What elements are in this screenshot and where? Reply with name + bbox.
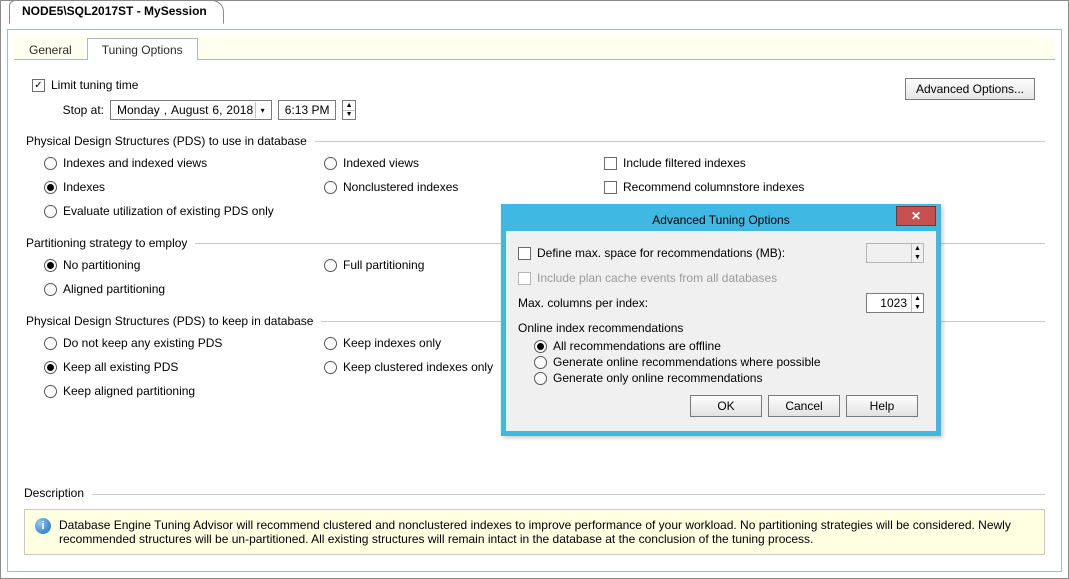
tab-general[interactable]: General: [14, 38, 87, 60]
radio-keep-clustered[interactable]: [324, 361, 337, 374]
label-max-cols: Max. columns per index:: [518, 296, 648, 310]
label-not-keep: Do not keep any existing PDS: [63, 336, 222, 350]
chk-recommend-columnstore[interactable]: [604, 181, 617, 194]
session-tab[interactable]: NODE5\SQL2017ST - MySession: [9, 0, 224, 24]
label-evaluate: Evaluate utilization of existing PDS onl…: [63, 204, 274, 218]
dialog-buttons: OK Cancel Help: [518, 387, 924, 423]
spin-up-icon[interactable]: ▲: [343, 101, 355, 111]
limit-tuning-label: Limit tuning time: [51, 78, 138, 92]
label-keep-idx: Keep indexes only: [343, 336, 441, 350]
max-cols-value: 1023: [880, 296, 907, 310]
radio-online-possible[interactable]: [534, 356, 547, 369]
close-icon: ✕: [911, 209, 921, 223]
spin-down-icon[interactable]: ▼: [912, 303, 923, 312]
dialog-titlebar[interactable]: Advanced Tuning Options ✕: [506, 209, 936, 231]
session-title: NODE5\SQL2017ST - MySession: [22, 4, 207, 18]
tab-strip: General Tuning Options: [14, 36, 1055, 60]
max-space-input: ▲▼: [866, 243, 924, 263]
radio-indexes[interactable]: [44, 181, 57, 194]
radio-no-partitioning[interactable]: [44, 259, 57, 272]
radio-full-partitioning[interactable]: [324, 259, 337, 272]
date-month: August: [171, 103, 208, 117]
description-group: Description i Database Engine Tuning Adv…: [24, 494, 1045, 555]
limit-tuning-checkbox[interactable]: [32, 79, 45, 92]
label-include-plan-cache: Include plan cache events from all datab…: [537, 271, 777, 285]
label-indexes: Indexes: [63, 180, 105, 194]
label-indexes-views: Indexes and indexed views: [63, 156, 207, 170]
max-cols-input[interactable]: 1023 ▲▼: [866, 293, 924, 313]
info-icon: i: [35, 518, 51, 534]
label-keep-aligned: Keep aligned partitioning: [63, 384, 195, 398]
max-cols-spinner[interactable]: ▲▼: [911, 294, 923, 312]
label-nonclustered: Nonclustered indexes: [343, 180, 458, 194]
label-full-partitioning: Full partitioning: [343, 258, 424, 272]
stop-date-picker[interactable]: Monday, August 6, 2018 ▾: [110, 100, 272, 120]
advanced-options-button[interactable]: Advanced Options...: [905, 78, 1035, 100]
radio-indexed-views[interactable]: [324, 157, 337, 170]
chk-include-filtered[interactable]: [604, 157, 617, 170]
group-pds-use-legend: Physical Design Structures (PDS) to use …: [24, 134, 315, 148]
stop-at-label: Stop at:: [44, 103, 104, 117]
ok-button[interactable]: OK: [690, 395, 762, 417]
cancel-button[interactable]: Cancel: [768, 395, 840, 417]
description-text: Database Engine Tuning Advisor will reco…: [59, 518, 1034, 546]
group-partitioning-legend: Partitioning strategy to employ: [24, 236, 195, 250]
dialog-body: Define max. space for recommendations (M…: [506, 231, 936, 431]
online-heading: Online index recommendations: [518, 321, 924, 335]
label-offline: All recommendations are offline: [553, 339, 721, 353]
chk-include-plan-cache: [518, 272, 531, 285]
label-online-only: Generate only online recommendations: [553, 371, 762, 385]
dialog-title-text: Advanced Tuning Options: [652, 213, 789, 227]
time-spinner[interactable]: ▲ ▼: [342, 100, 356, 120]
advanced-tuning-dialog: Advanced Tuning Options ✕ Define max. sp…: [501, 204, 941, 436]
description-legend: Description: [24, 486, 92, 500]
group-pds-keep-legend: Physical Design Structures (PDS) to keep…: [24, 314, 321, 328]
spin-down-icon[interactable]: ▼: [343, 111, 355, 120]
label-aligned-partitioning: Aligned partitioning: [63, 282, 165, 296]
stop-time-input[interactable]: 6:13 PM: [278, 100, 336, 120]
help-button[interactable]: Help: [846, 395, 918, 417]
close-button[interactable]: ✕: [896, 206, 936, 226]
label-recommend-columnstore: Recommend columnstore indexes: [623, 180, 804, 194]
label-keep-all: Keep all existing PDS: [63, 360, 178, 374]
label-online-possible: Generate online recommendations where po…: [553, 355, 821, 369]
chk-define-max-space[interactable]: [518, 247, 531, 260]
label-define-max-space: Define max. space for recommendations (M…: [537, 246, 785, 260]
chevron-down-icon[interactable]: ▾: [255, 102, 269, 118]
label-keep-clustered: Keep clustered indexes only: [343, 360, 493, 374]
description-body: i Database Engine Tuning Advisor will re…: [24, 509, 1045, 555]
label-include-filtered: Include filtered indexes: [623, 156, 746, 170]
radio-indexes-views[interactable]: [44, 157, 57, 170]
max-space-spinner: ▲▼: [911, 244, 923, 262]
radio-nonclustered[interactable]: [324, 181, 337, 194]
label-no-partitioning: No partitioning: [63, 258, 140, 272]
spin-up-icon[interactable]: ▲: [912, 294, 923, 303]
date-weekday: Monday: [117, 103, 160, 117]
tab-tuning-options[interactable]: Tuning Options: [87, 38, 198, 60]
radio-keep-all[interactable]: [44, 361, 57, 374]
radio-online-only[interactable]: [534, 372, 547, 385]
date-year: 2018: [226, 103, 253, 117]
date-day: 6,: [212, 103, 222, 117]
radio-aligned-partitioning[interactable]: [44, 283, 57, 296]
radio-not-keep[interactable]: [44, 337, 57, 350]
radio-offline[interactable]: [534, 340, 547, 353]
label-indexed-views: Indexed views: [343, 156, 419, 170]
radio-evaluate[interactable]: [44, 205, 57, 218]
radio-keep-idx[interactable]: [324, 337, 337, 350]
radio-keep-aligned[interactable]: [44, 385, 57, 398]
